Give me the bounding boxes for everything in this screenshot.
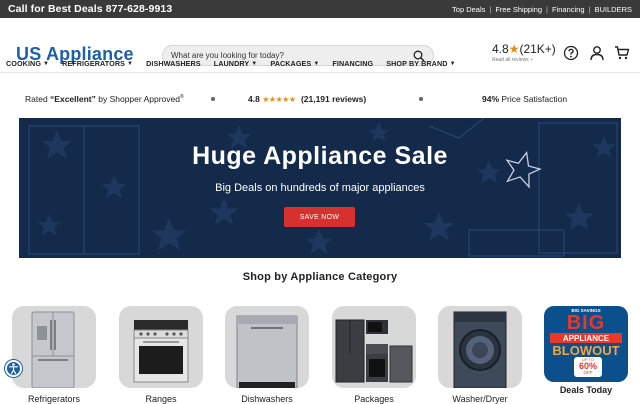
top-link-financing[interactable]: Financing xyxy=(552,5,585,14)
category-refrigerators[interactable] xyxy=(12,306,96,388)
top-link-builders[interactable]: BUILDERS xyxy=(594,5,632,14)
refrigerator-image xyxy=(31,311,75,388)
main-nav: COOKING ▼ REFRIGERATORS ▼ DISHWASHERS LAUN… xyxy=(0,55,640,73)
washer-image xyxy=(453,311,507,388)
package-image xyxy=(335,319,413,383)
caret-down-icon: ▼ xyxy=(251,60,258,67)
accessibility-button[interactable] xyxy=(5,360,22,377)
accessibility-icon xyxy=(8,363,19,375)
category-washer-dryer[interactable] xyxy=(438,306,522,388)
dishwasher-image xyxy=(236,315,298,388)
nav-laundry[interactable]: LAUNDRY ▼ xyxy=(214,59,258,68)
caret-down-icon: ▼ xyxy=(313,60,320,67)
nav-shop-by-brand[interactable]: SHOP BY BRAND ▼ xyxy=(386,59,455,68)
divider-dot xyxy=(419,97,423,101)
star-icon: ★ xyxy=(508,42,520,56)
top-link-free-shipping[interactable]: Free Shipping xyxy=(495,5,542,14)
category-dishwashers[interactable] xyxy=(225,306,309,388)
shopper-approved-rating[interactable]: Rated “Excellent” by Shopper Approved® xyxy=(25,94,184,104)
top-bar: Call for Best Deals 877-628-9913 Top Dea… xyxy=(0,0,640,18)
review-score[interactable]: 4.8 ★★★★★ (21,191 reviews) xyxy=(248,94,366,104)
hero-title: Huge Appliance Sale xyxy=(192,142,448,170)
category-label[interactable]: Packages xyxy=(332,394,416,404)
nav-packages[interactable]: PACKAGES ▼ xyxy=(270,59,319,68)
nav-refrigerators[interactable]: REFRIGERATORS ▼ xyxy=(62,59,133,68)
caret-down-icon: ▼ xyxy=(127,60,134,67)
range-image xyxy=(133,320,189,383)
nav-dishwashers[interactable]: DISHWASHERS xyxy=(146,59,201,68)
category-packages[interactable] xyxy=(332,306,416,388)
price-satisfaction: 94% Price Satisfaction xyxy=(482,94,568,104)
deals-today-label[interactable]: Deals Today xyxy=(544,385,628,395)
caret-down-icon: ▼ xyxy=(43,60,50,67)
nav-cooking[interactable]: COOKING ▼ xyxy=(6,59,49,68)
hero-subtitle: Big Deals on hundreds of major appliance… xyxy=(215,182,425,194)
hero-banner[interactable]: Huge Appliance Sale Big Deals on hundred… xyxy=(19,118,621,258)
category-label[interactable]: Washer/Dryer xyxy=(438,394,522,404)
caret-down-icon: ▼ xyxy=(449,60,456,67)
divider-dot xyxy=(211,97,215,101)
save-now-button[interactable]: SAVE NOW xyxy=(284,207,355,227)
category-label[interactable]: Ranges xyxy=(119,394,203,404)
discount-badge: UP TO 60% OFF xyxy=(574,357,602,377)
section-title: Shop by Appliance Category xyxy=(242,271,398,283)
category-label[interactable]: Dishwashers xyxy=(225,394,309,404)
rating-stars-icon: ★★★★★ xyxy=(262,95,296,104)
category-label[interactable]: Refrigerators xyxy=(12,394,96,404)
call-phone-link[interactable]: Call for Best Deals 877-628-9913 xyxy=(8,3,172,15)
deals-today-promo[interactable]: BIG SAVINGS BIG APPLIANCE BLOWOUT UP TO … xyxy=(544,306,628,382)
top-link-top-deals[interactable]: Top Deals xyxy=(452,5,485,14)
site-header: US Appliance What are you looking for to… xyxy=(0,18,640,66)
nav-financing[interactable]: FINANCING xyxy=(332,59,373,68)
category-ranges[interactable] xyxy=(119,306,203,388)
top-links: Top Deals | Free Shipping | Financing | … xyxy=(452,4,632,14)
